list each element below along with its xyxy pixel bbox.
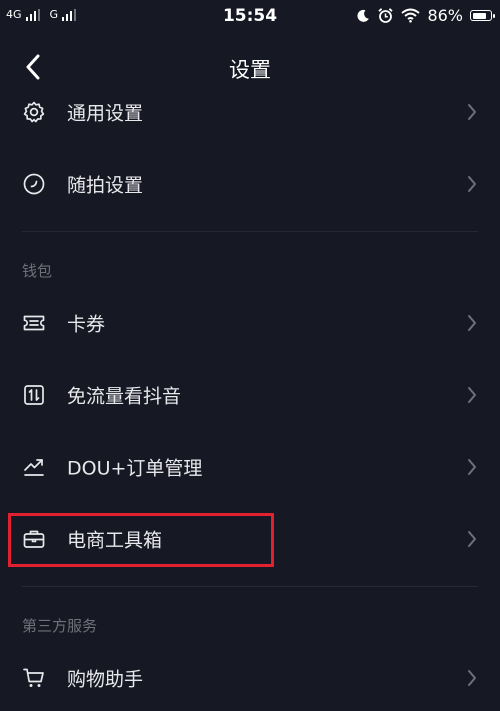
chevron-right-icon	[468, 104, 476, 120]
wallet-item-free-data[interactable]: 免流量看抖音	[0, 361, 500, 429]
chevron-right-icon	[468, 315, 476, 331]
data-card-icon	[22, 383, 46, 407]
wifi-icon	[401, 8, 421, 23]
chevron-right-icon	[468, 670, 476, 686]
settings-item-label: 通用设置	[67, 102, 144, 125]
chevron-right-icon	[468, 531, 476, 547]
clock-circle-icon	[22, 172, 46, 196]
wallet-item-dou-orders[interactable]: DOU+订单管理	[0, 433, 500, 501]
wallet-item-label: 卡券	[67, 313, 106, 336]
chevron-right-icon	[468, 387, 476, 403]
trend-arrow-icon	[22, 455, 46, 479]
settings-item-label: 随拍设置	[67, 174, 144, 197]
chevron-right-icon	[468, 459, 476, 475]
wallet-item-coupons[interactable]: 卡券	[0, 289, 500, 357]
section-divider	[22, 231, 478, 232]
status-bar: 4G G 15:54 86%	[0, 0, 500, 36]
third-party-item-label: 购物助手	[67, 668, 144, 691]
alarm-clock-icon	[378, 8, 394, 23]
navigation-bar: 设置	[0, 36, 500, 100]
wallet-item-label: DOU+订单管理	[67, 457, 203, 480]
section-divider	[22, 586, 478, 587]
wallet-item-label: 免流量看抖音	[67, 385, 182, 408]
moon-icon	[357, 9, 370, 22]
third-party-item-shopping-assistant[interactable]: 购物助手	[0, 644, 500, 711]
page-title: 设置	[229, 58, 271, 82]
battery-icon	[470, 10, 495, 21]
battery-percent: 86%	[427, 6, 463, 25]
shopping-cart-icon	[22, 666, 46, 690]
gear-icon	[22, 100, 46, 124]
settings-screen: 4G G 15:54 86% 设置 通用设置 随拍设置 钱包 卡券 免流量看抖音…	[0, 0, 500, 711]
highlight-annotation-box	[8, 513, 274, 567]
settings-item-quick-shoot[interactable]: 随拍设置	[0, 150, 500, 218]
ticket-icon	[22, 311, 46, 335]
section-title-wallet: 钱包	[22, 262, 53, 280]
section-title-third-party: 第三方服务	[22, 617, 98, 635]
status-indicators: 86%	[356, 6, 495, 25]
chevron-right-icon	[468, 176, 476, 192]
